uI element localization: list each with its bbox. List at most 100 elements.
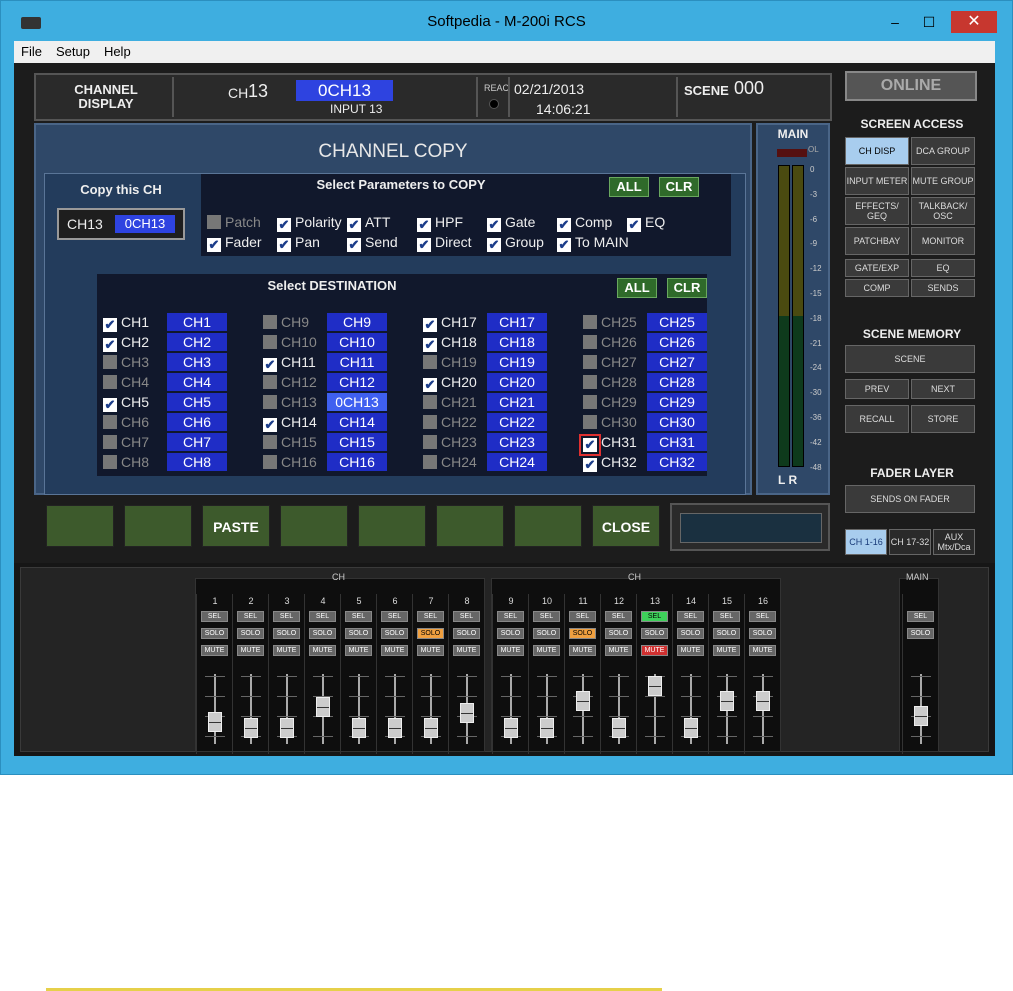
fader-knob[interactable] <box>208 712 222 732</box>
fader-knob[interactable] <box>352 718 366 738</box>
prev-button[interactable]: PREV <box>845 379 909 399</box>
online-button[interactable]: ONLINE <box>845 71 977 101</box>
softkey-2[interactable] <box>124 505 192 547</box>
menu-file[interactable]: File <box>14 41 49 59</box>
sel-button[interactable]: SEL <box>569 611 596 622</box>
dest-ch14[interactable]: ✔ CH14 <box>263 414 317 432</box>
mute-button[interactable]: MUTE <box>677 645 704 656</box>
recall-button[interactable]: RECALL <box>845 405 909 433</box>
checkbox-icon[interactable]: ✔ <box>277 218 291 232</box>
dest-all-button[interactable]: ALL <box>617 278 657 298</box>
dest-ch17[interactable]: ✔ CH17 <box>423 314 477 332</box>
solo-button[interactable]: SOLO <box>749 628 776 639</box>
dest-ch31[interactable]: ✔ CH31 <box>579 434 637 456</box>
solo-button[interactable]: SOLO <box>569 628 596 639</box>
sel-button[interactable]: SEL <box>605 611 632 622</box>
dest-ch32[interactable]: ✔ CH32 <box>583 454 637 472</box>
sel-button[interactable]: SEL <box>237 611 264 622</box>
params-clr-button[interactable]: CLR <box>659 177 699 197</box>
param-gate[interactable]: ✔ Gate <box>487 214 535 232</box>
checkbox-icon[interactable]: ✔ <box>627 218 641 232</box>
checkbox-icon[interactable] <box>263 375 277 389</box>
solo-button[interactable]: SOLO <box>713 628 740 639</box>
dest-ch25[interactable]: CH25 <box>583 314 637 330</box>
checkbox-icon[interactable] <box>423 355 437 369</box>
solo-button[interactable]: SOLO <box>641 628 668 639</box>
next-button[interactable]: NEXT <box>911 379 975 399</box>
mute-button[interactable]: MUTE <box>569 645 596 656</box>
fader-knob[interactable] <box>684 718 698 738</box>
fader-knob[interactable] <box>280 718 294 738</box>
softkey-4[interactable] <box>280 505 348 547</box>
solo-button[interactable]: SOLO <box>201 628 228 639</box>
fader-knob[interactable] <box>648 676 662 696</box>
checkbox-icon[interactable]: ✔ <box>277 238 291 252</box>
checkbox-icon[interactable]: ✔ <box>103 398 117 412</box>
sel-button[interactable]: SEL <box>453 611 480 622</box>
layer-3[interactable]: AUX Mtx/Dca <box>933 529 975 555</box>
mute-button[interactable]: MUTE <box>417 645 444 656</box>
dest-ch23[interactable]: CH23 <box>423 434 477 450</box>
checkbox-icon[interactable]: ✔ <box>557 238 571 252</box>
dest-ch19[interactable]: CH19 <box>423 354 477 370</box>
param-att[interactable]: ✔ ATT <box>347 214 390 232</box>
solo-button[interactable]: SOLO <box>677 628 704 639</box>
param-comp[interactable]: ✔ Comp <box>557 214 612 232</box>
checkbox-icon[interactable]: ✔ <box>347 238 361 252</box>
checkbox-icon[interactable] <box>583 315 597 329</box>
param-polarity[interactable]: ✔ Polarity <box>277 214 342 232</box>
checkbox-icon[interactable]: ✔ <box>347 218 361 232</box>
sel-button[interactable]: SEL <box>907 611 934 622</box>
mute-button[interactable]: MUTE <box>381 645 408 656</box>
solo-button[interactable]: SOLO <box>605 628 632 639</box>
param-send[interactable]: ✔ Send <box>347 234 398 252</box>
checkbox-icon[interactable] <box>207 215 221 229</box>
access-ch-disp[interactable]: CH DISP <box>845 137 909 165</box>
scene-button[interactable]: SCENE <box>845 345 975 373</box>
checkbox-icon[interactable] <box>103 415 117 429</box>
dest-ch29[interactable]: CH29 <box>583 394 637 410</box>
dest-ch15[interactable]: CH15 <box>263 434 317 450</box>
solo-button[interactable]: SOLO <box>237 628 264 639</box>
checkbox-icon[interactable]: ✔ <box>423 378 437 392</box>
fader-knob[interactable] <box>244 718 258 738</box>
mute-button[interactable]: MUTE <box>605 645 632 656</box>
sel-button[interactable]: SEL <box>417 611 444 622</box>
sel-button[interactable]: SEL <box>713 611 740 622</box>
sel-button[interactable]: SEL <box>309 611 336 622</box>
dest-ch28[interactable]: CH28 <box>583 374 637 390</box>
fader-knob[interactable] <box>504 718 518 738</box>
dest-ch11[interactable]: ✔ CH11 <box>263 354 316 372</box>
checkbox-icon[interactable] <box>103 455 117 469</box>
sel-button[interactable]: SEL <box>641 611 668 622</box>
dest-ch13[interactable]: CH13 <box>263 394 317 410</box>
mute-button[interactable]: MUTE <box>273 645 300 656</box>
checkbox-icon[interactable]: ✔ <box>103 318 117 332</box>
checkbox-icon[interactable]: ✔ <box>417 238 431 252</box>
menu-help[interactable]: Help <box>97 41 138 59</box>
checkbox-icon[interactable]: ✔ <box>417 218 431 232</box>
checkbox-icon[interactable]: ✔ <box>583 458 597 472</box>
checkbox-icon[interactable] <box>423 395 437 409</box>
access-talkback-osc[interactable]: TALKBACK/ OSC <box>911 197 975 225</box>
checkbox-icon[interactable] <box>103 355 117 369</box>
checkbox-icon[interactable] <box>263 315 277 329</box>
dest-ch22[interactable]: CH22 <box>423 414 477 430</box>
dest-ch8[interactable]: CH8 <box>103 454 149 470</box>
dest-ch10[interactable]: CH10 <box>263 334 317 350</box>
param-direct[interactable]: ✔ Direct <box>417 234 472 252</box>
dest-ch9[interactable]: CH9 <box>263 314 309 330</box>
checkbox-icon[interactable]: ✔ <box>557 218 571 232</box>
sel-button[interactable]: SEL <box>381 611 408 622</box>
checkbox-icon[interactable]: ✔ <box>579 434 601 456</box>
param-fader[interactable]: ✔ Fader <box>207 234 262 252</box>
access-eq[interactable]: EQ <box>911 259 975 277</box>
checkbox-icon[interactable] <box>263 395 277 409</box>
access-effects-geq[interactable]: EFFECTS/ GEQ <box>845 197 909 225</box>
dest-ch3[interactable]: CH3 <box>103 354 149 370</box>
fader-knob[interactable] <box>388 718 402 738</box>
solo-button[interactable]: SOLO <box>533 628 560 639</box>
sel-button[interactable]: SEL <box>533 611 560 622</box>
solo-button[interactable]: SOLO <box>309 628 336 639</box>
mute-button[interactable]: MUTE <box>749 645 776 656</box>
